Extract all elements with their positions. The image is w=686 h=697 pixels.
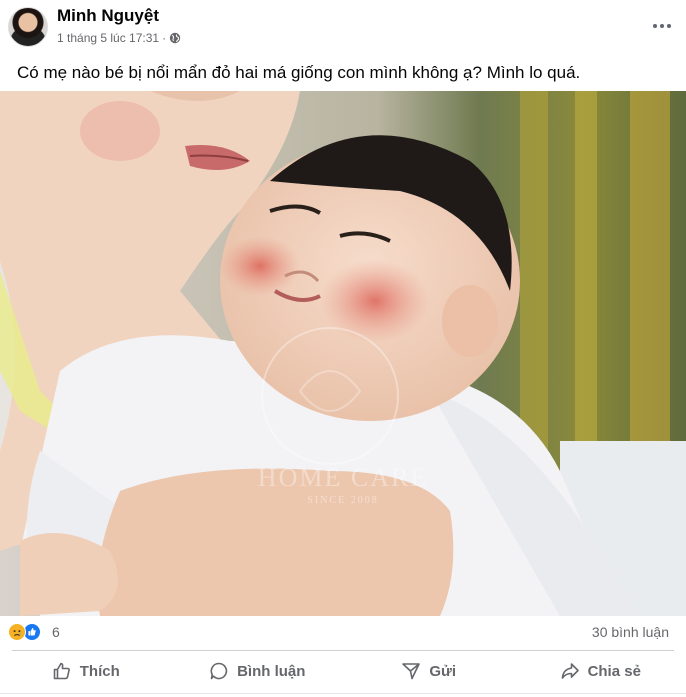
stats-divider [12,650,674,651]
more-options-button[interactable] [648,14,676,38]
comment-count-link[interactable]: 30 bình luận [592,624,669,640]
send-label: Gửi [429,662,457,680]
post-actions: Thích Bình luận Gửi Chia sẻ [0,654,686,688]
baby-photo-illustration [0,91,686,616]
sad-reaction-icon [8,623,26,641]
like-button[interactable]: Thích [0,654,172,688]
send-button[interactable]: Gửi [343,654,515,688]
author-avatar[interactable] [8,7,48,47]
reaction-count[interactable]: 6 [52,624,60,640]
post-header: Minh Nguyệt 1 tháng 5 lúc 17:31 · [0,0,686,56]
share-arrow-icon [561,663,579,679]
comment-label: Bình luận [237,662,306,680]
watermark-since: SINCE 2008 [307,495,379,506]
watermark-brand: HOME CARE [257,463,429,492]
post-stats: 6 30 bình luận [0,618,686,646]
more-dot-icon [653,24,657,28]
share-label: Chia sẻ [587,662,641,680]
globe-icon [169,32,181,44]
meta-separator: · [162,31,167,45]
author-name[interactable]: Minh Nguyệt [57,6,159,26]
post-meta: 1 tháng 5 lúc 17:31 · [57,31,181,45]
comment-button[interactable]: Bình luận [172,654,344,688]
comment-bubble-icon [210,662,228,680]
more-dot-icon [660,24,664,28]
reaction-summary[interactable] [8,623,48,641]
like-label: Thích [79,662,120,680]
post-caption: Có mẹ nào bé bị nổi mẩn đỏ hai má giống … [17,63,581,82]
send-icon [402,663,421,680]
facebook-post: Minh Nguyệt 1 tháng 5 lúc 17:31 · Có mẹ … [0,0,686,697]
post-photo[interactable]: HOME CARE SINCE 2008 [0,91,686,616]
more-dot-icon [667,24,671,28]
thumbs-up-icon [53,662,70,680]
post-timestamp[interactable]: 1 tháng 5 lúc 17:31 [57,31,159,45]
actions-bottom-divider [0,693,686,694]
share-button[interactable]: Chia sẻ [515,654,686,688]
